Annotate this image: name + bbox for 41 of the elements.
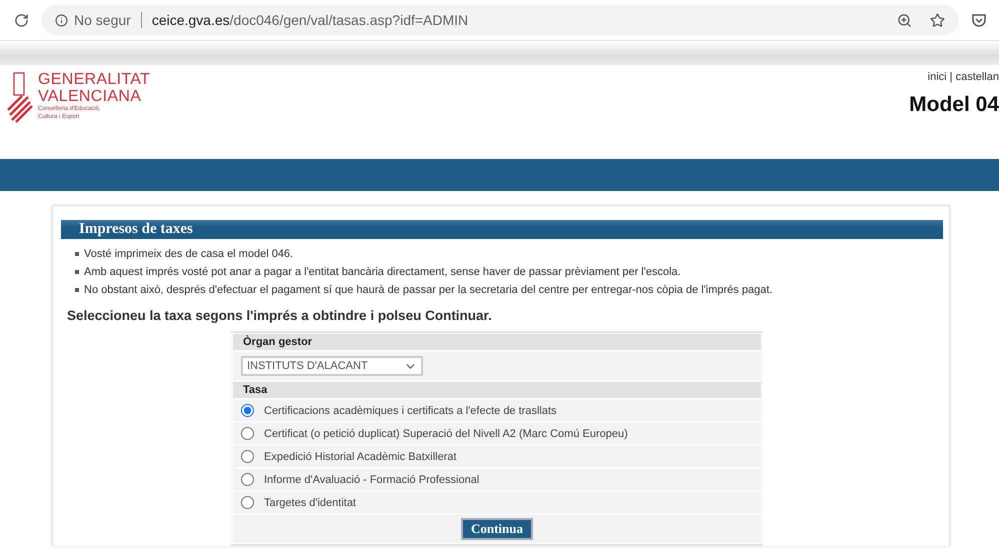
option-label: Certificacions acadèmiques i certificats a l'efecte de trasllats xyxy=(264,404,557,416)
bullet-icon xyxy=(75,270,79,274)
page-title: Model 04 xyxy=(909,93,999,117)
bookmark-star-icon[interactable] xyxy=(930,12,945,28)
option-label: Informe d'Avaluació - Formació Professional xyxy=(264,474,480,486)
radio-button[interactable] xyxy=(241,473,254,486)
section-header: Òrgan gestor xyxy=(233,334,761,350)
option-label: Certificat (o petició duplicat) Superació del Nivell A2 (Marc Comú Europeu) xyxy=(264,428,628,440)
zoom-icon[interactable] xyxy=(897,12,912,28)
bullet-text: Vosté imprimeix des de casa el model 046. xyxy=(84,248,294,260)
tax-option-row[interactable]: Certificacions acadèmiques i certificats a l'efecte de trasllats xyxy=(233,400,761,421)
radio-button[interactable] xyxy=(241,450,254,463)
logo-title: VALENCIANA xyxy=(38,88,142,105)
bullet-text: No obstant això, després d'efectuar el pagament sí que haurà de passar per la secretaria del centre per entregar-nos còpia de l'imprés pagat. xyxy=(84,284,772,296)
tax-option-row[interactable]: Targetes d'identitat xyxy=(233,492,761,513)
bullet-text: Amb aquest imprés vosté pot anar a pagar a l'entitat bancària directament, sense haver de passar prèviament per l'escola. xyxy=(84,266,681,278)
nav-links[interactable]: inici | castellan xyxy=(928,71,999,83)
tax-option-row[interactable]: Informe d'Avaluació - Formació Professional xyxy=(233,469,761,490)
radio-button[interactable] xyxy=(241,404,254,417)
radio-button[interactable] xyxy=(241,496,254,509)
panel-title: Impresos de taxes xyxy=(61,220,943,239)
logo-title: GENERALITAT xyxy=(38,71,150,88)
bullet-icon xyxy=(75,252,79,256)
continue-button[interactable]: Continua xyxy=(460,518,534,540)
tax-option-row[interactable]: Certificat (o petició duplicat) Superació del Nivell A2 (Marc Comú Europeu) xyxy=(233,423,761,444)
radio-button[interactable] xyxy=(241,427,254,440)
url-host: ceice.gva.es xyxy=(152,12,230,28)
coat-of-arms-icon xyxy=(6,71,34,123)
address-bar[interactable]: No segur ceice.gva.es/doc046/gen/val/tasas.asp?idf=ADMIN xyxy=(41,5,959,35)
info-icon[interactable] xyxy=(55,14,68,26)
url-path: /doc046/gen/val/tasas.asp?idf=ADMIN xyxy=(230,12,468,28)
security-label: No segur xyxy=(74,12,131,28)
bullet-icon xyxy=(75,288,79,292)
section-header: Tasa xyxy=(233,382,761,398)
option-label: Expedició Historial Acadèmic Batxillerat xyxy=(264,450,457,462)
tax-option-row[interactable]: Expedició Historial Acadèmic Batxillerat xyxy=(233,446,761,467)
option-label: Targetes d'identitat xyxy=(264,496,356,508)
organ-select[interactable]: INSTITUTS D'ALACANT xyxy=(241,356,423,376)
reload-icon[interactable] xyxy=(14,12,29,28)
instruction-text: Seleccioneu la taxa segons l'imprés a obtindre i polseu Continuar. xyxy=(67,308,493,323)
pocket-icon[interactable] xyxy=(971,12,987,28)
